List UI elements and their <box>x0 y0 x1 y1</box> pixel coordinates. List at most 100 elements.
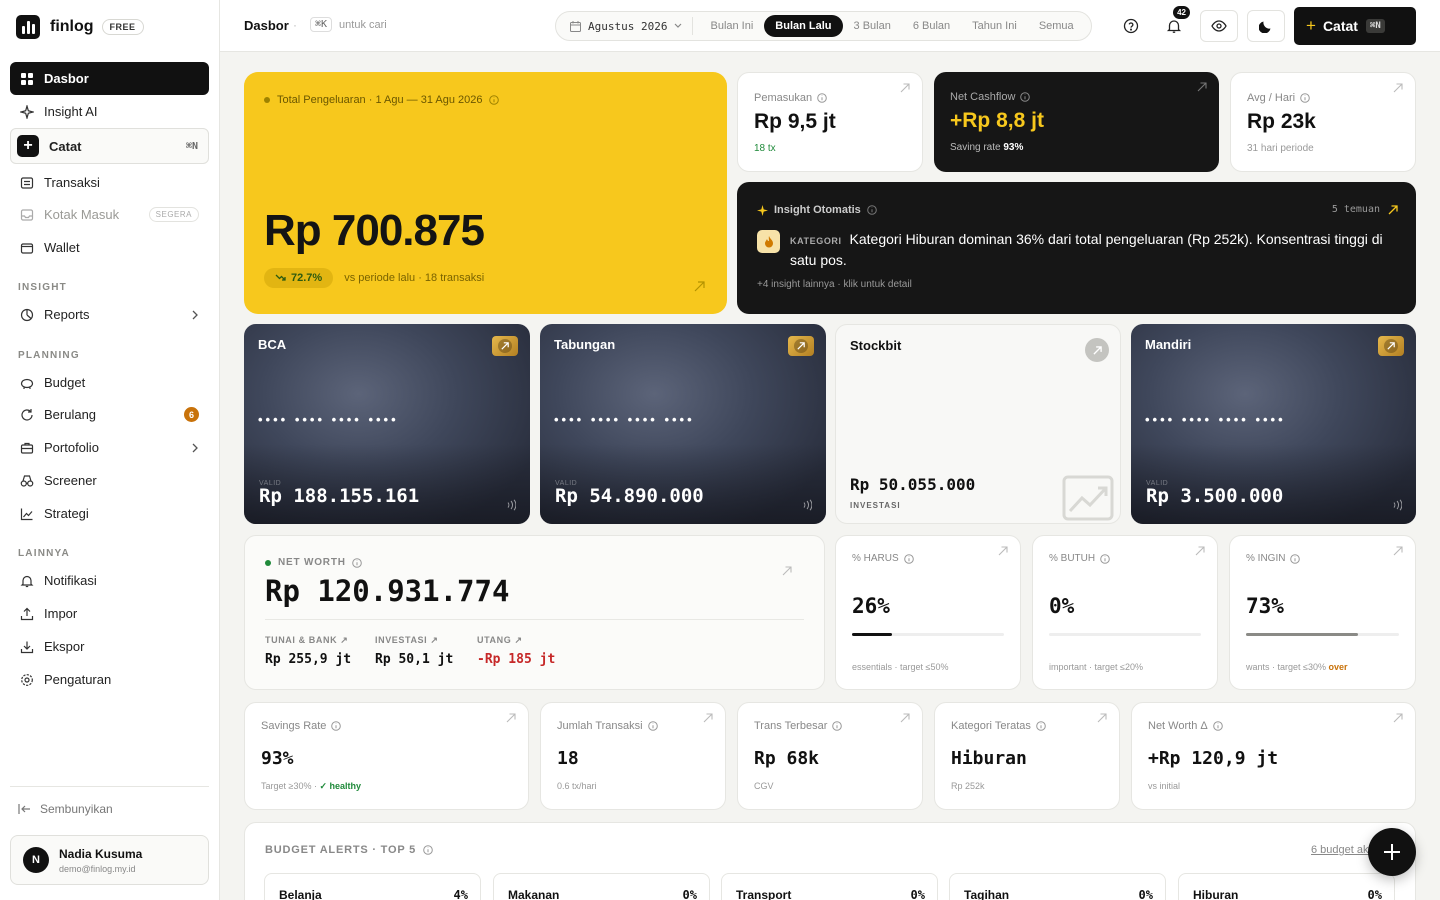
tab-3-bulan[interactable]: 3 Bulan <box>843 15 902 37</box>
avg-per-day-card[interactable]: Avg / Hari Rp 23k 31 hari periode <box>1230 72 1416 172</box>
account-card-tabungan[interactable]: Tabungan •••• •••• •••• •••• VALID Rp 54… <box>540 324 826 524</box>
budget-item-belanja[interactable]: Belanja 4% <box>264 873 481 900</box>
change-badge: 72.7% <box>264 268 334 288</box>
budget-item-name: Makanan <box>508 888 560 900</box>
stat-label: Trans Terbesar <box>754 720 828 732</box>
budget-item-pct: 0% <box>1367 888 1382 900</box>
sidebar-item-kotak-masuk[interactable]: Kotak Masuk SEGERA <box>10 198 209 231</box>
repeat-icon <box>21 408 33 421</box>
sidebar-item-insight-ai[interactable]: Insight AI <box>10 95 209 128</box>
theme-toggle-button[interactable] <box>1247 10 1285 42</box>
tab-6-bulan[interactable]: 6 Bulan <box>902 15 961 37</box>
sidebar-item-screener[interactable]: Screener <box>10 464 209 497</box>
net-cashflow-card[interactable]: Net Cashflow +Rp 8,8 jt Saving rate 93% <box>934 72 1219 172</box>
eye-icon <box>1211 20 1227 32</box>
breadcrumb-separator: · <box>293 18 297 32</box>
net-worth-label-row: NET WORTH <box>265 557 362 568</box>
pct-note: important · target ≤20% <box>1049 662 1143 672</box>
sidebar-item-pengaturan[interactable]: Pengaturan <box>10 663 209 696</box>
quick-add-button[interactable] <box>1368 828 1416 876</box>
sidebar-item-dasbor[interactable]: Dasbor <box>10 62 209 95</box>
sidebar-item-catat[interactable]: + Catat ⌘N <box>10 128 209 164</box>
tab-semua[interactable]: Semua <box>1028 15 1085 37</box>
plus-icon: + <box>17 135 39 157</box>
stat-savings-rate[interactable]: Savings Rate 93% Target ≥30% · ✓ healthy <box>244 702 529 810</box>
sidebar-item-portofolio[interactable]: Portofolio <box>10 431 209 464</box>
total-expense-card[interactable]: Total Pengeluaran · 1 Agu — 31 Agu 2026 … <box>244 72 727 314</box>
sidebar-item-label: Catat <box>49 138 82 154</box>
budget-item-pct: 0% <box>910 888 925 900</box>
stat-value: +Rp 120,9 jt <box>1148 748 1279 769</box>
insight-more[interactable]: +4 insight lainnya · klik untuk detail <box>757 279 912 290</box>
auto-insight-card[interactable]: Insight Otomatis 5 temuan KATEGORI Kateg… <box>737 182 1416 314</box>
breakdown-cash[interactable]: TUNAI & BANK ↗ Rp 255,9 jt <box>265 635 351 667</box>
pct-ingin-card[interactable]: % INGIN 73% wants · target ≤30% over <box>1229 535 1416 690</box>
budget-item-tagihan[interactable]: Tagihan 0% <box>949 873 1166 900</box>
tab-bulan-lalu[interactable]: Bulan Lalu <box>764 15 843 37</box>
sidebar-item-ekspor[interactable]: Ekspor <box>10 630 209 663</box>
insight-title: Insight Otomatis <box>774 204 861 216</box>
insight-header: Insight Otomatis <box>757 204 877 216</box>
income-card[interactable]: Pemasukan Rp 9,5 jt 18 tx <box>737 72 923 172</box>
breakdown-debt[interactable]: UTANG ↗ -Rp 185 jt <box>477 635 555 667</box>
search-trigger[interactable]: ⌘K untuk cari <box>310 17 387 32</box>
account-name: Stockbit <box>850 338 902 353</box>
help-button[interactable] <box>1116 11 1146 41</box>
breakdown-value: Rp 50,1 jt <box>375 652 454 667</box>
total-expense-amount: Rp 700.875 <box>264 206 485 255</box>
pct-butuh-card[interactable]: % BUTUH 0% important · target ≤20% <box>1032 535 1218 690</box>
card-number-mask: •••• •••• •••• •••• <box>1145 412 1286 427</box>
hide-sidebar-button[interactable]: Sembunyikan <box>18 802 113 816</box>
info-icon <box>423 845 433 855</box>
open-arrow-icon <box>1197 82 1207 92</box>
tab-bulan-ini[interactable]: Bulan Ini <box>699 15 764 37</box>
notification-count: 42 <box>1172 5 1191 20</box>
account-type: INVESTASI <box>850 501 901 510</box>
breakdown-investment[interactable]: INVESTASI ↗ Rp 50,1 jt <box>375 635 453 667</box>
sparkle-icon <box>757 204 768 216</box>
sidebar-item-strategi[interactable]: Strategi <box>10 497 209 530</box>
info-icon <box>866 205 877 215</box>
pct-harus-card[interactable]: % HARUS 26% essentials · target ≤50% <box>835 535 1021 690</box>
net-worth-card[interactable]: NET WORTH Rp 120.931.774 TUNAI & BANK ↗ … <box>244 535 825 690</box>
shortcut-hint: ⌘N <box>185 140 198 152</box>
sidebar-item-impor[interactable]: Impor <box>10 597 209 630</box>
account-card-bca[interactable]: BCA •••• •••• •••• •••• VALID Rp 188.155… <box>244 324 530 524</box>
stat-label: Jumlah Transaksi <box>557 720 643 732</box>
flame-icon <box>764 235 773 247</box>
budget-item-hiburan[interactable]: Hiburan 0% <box>1178 873 1395 900</box>
privacy-toggle-button[interactable] <box>1200 10 1238 42</box>
period-dropdown[interactable]: Agustus 2026 <box>562 17 694 35</box>
catat-button[interactable]: + Catat ⌘N <box>1294 7 1416 45</box>
app-logo[interactable]: finlog FREE <box>16 15 144 39</box>
breadcrumb: Dasbor <box>244 18 289 33</box>
budget-item-transport[interactable]: Transport 0% <box>721 873 938 900</box>
sidebar-item-notifikasi[interactable]: Notifikasi <box>10 564 209 597</box>
section-label-insight: INSIGHT <box>18 282 67 293</box>
insight-message: Kategori Hiburan dominan 36% dari total … <box>790 231 1383 268</box>
budget-item-name: Hiburan <box>1193 888 1239 900</box>
insight-findings-link[interactable]: 5 temuan <box>1332 204 1398 215</box>
budget-item-makanan[interactable]: Makanan 0% <box>493 873 710 900</box>
stat-largest-transaction[interactable]: Trans Terbesar Rp 68k CGV <box>737 702 923 810</box>
notifications-button[interactable]: 42 <box>1159 5 1191 41</box>
saving-rate-value: 93% <box>1003 142 1024 153</box>
sidebar-item-reports[interactable]: Reports <box>10 298 209 331</box>
stat-transaction-count[interactable]: Jumlah Transaksi 18 0.6 tx/hari <box>540 702 726 810</box>
account-card-mandiri[interactable]: Mandiri •••• •••• •••• •••• VALID Rp 3.5… <box>1131 324 1416 524</box>
chevron-down-icon <box>675 23 682 28</box>
account-card-stockbit[interactable]: Stockbit Rp 50.055.000 INVESTASI <box>835 324 1121 524</box>
sidebar-item-berulang[interactable]: Berulang 6 <box>10 398 209 431</box>
open-arrow-icon[interactable] <box>694 281 705 292</box>
info-icon <box>1100 553 1110 564</box>
findings-count: 5 temuan <box>1331 204 1380 215</box>
tab-tahun-ini[interactable]: Tahun Ini <box>961 15 1028 37</box>
stat-top-category[interactable]: Kategori Teratas Hiburan Rp 252k <box>934 702 1120 810</box>
sidebar-item-transaksi[interactable]: Transaksi <box>10 166 209 199</box>
stat-net-worth-delta[interactable]: Net Worth Δ +Rp 120,9 jt vs initial <box>1131 702 1416 810</box>
sidebar-item-budget[interactable]: Budget <box>10 366 209 399</box>
briefcase-icon <box>20 442 34 454</box>
avg-label: Avg / Hari <box>1247 92 1296 104</box>
user-card[interactable]: N Nadia Kusuma demo@finlog.my.id <box>10 835 209 885</box>
sidebar-item-wallet[interactable]: Wallet <box>10 231 209 264</box>
